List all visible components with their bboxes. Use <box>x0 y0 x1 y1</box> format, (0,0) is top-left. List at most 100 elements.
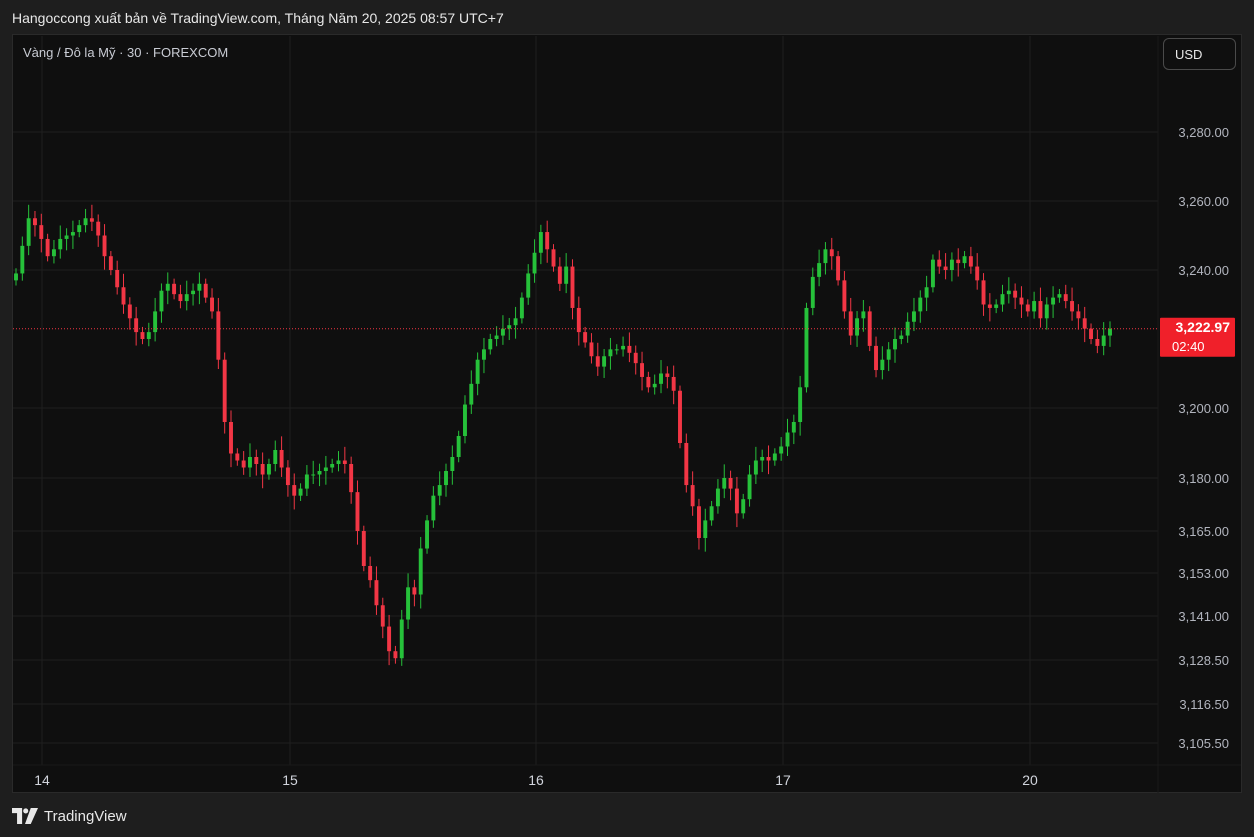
candle-body <box>1063 294 1068 302</box>
candle-body <box>690 485 695 507</box>
candle-body <box>330 464 335 468</box>
candle-body <box>943 266 948 270</box>
currency-button[interactable]: USD <box>1163 38 1236 70</box>
candle-body <box>500 328 505 336</box>
candle-body <box>191 290 196 295</box>
candle-body <box>481 349 486 360</box>
candle-body <box>766 457 771 461</box>
candle-body <box>1101 335 1106 346</box>
candle-body <box>298 488 303 496</box>
candle-body <box>412 587 417 595</box>
candle-body <box>640 363 645 377</box>
candle-body <box>1082 318 1087 329</box>
candle-body <box>64 235 69 239</box>
candle-body <box>924 287 929 298</box>
candle-body <box>956 259 961 264</box>
candle-body <box>659 373 663 384</box>
candle-body <box>785 432 790 447</box>
candle-body <box>292 485 297 496</box>
candle-body <box>791 422 796 433</box>
candle-body <box>153 311 158 333</box>
candle-body <box>45 238 50 257</box>
candle-body <box>570 266 575 308</box>
candle-body <box>912 311 916 322</box>
candle-body <box>39 225 44 239</box>
candle-body <box>1006 290 1011 295</box>
candle-body <box>336 460 341 464</box>
candle-body <box>26 218 31 246</box>
candle-body <box>1000 294 1005 305</box>
candle-body <box>722 478 727 489</box>
candle-body <box>140 332 145 339</box>
candle-body <box>1095 339 1100 346</box>
candle-body <box>880 359 885 371</box>
candle-body <box>374 580 379 606</box>
candle-body <box>349 464 354 493</box>
tradingview-brand: TradingView <box>44 807 127 825</box>
candle-body <box>311 474 316 476</box>
candle-body <box>671 376 676 391</box>
candle-body <box>652 383 657 388</box>
candle-body <box>709 506 714 521</box>
candle-body <box>450 457 455 471</box>
candle-body <box>279 450 284 468</box>
y-tick-label: 3,105.50 <box>1178 736 1229 751</box>
candle-body <box>83 218 88 226</box>
candle-body <box>772 453 777 461</box>
symbol-legend: Vàng / Đô la Mỹ · 30 · FOREXCOM <box>23 45 229 60</box>
candle-body <box>342 460 347 464</box>
candle-body <box>798 387 803 422</box>
candle-body <box>545 232 550 250</box>
candle-body <box>886 349 891 360</box>
candle-body <box>614 349 619 351</box>
candle-body <box>134 318 139 333</box>
y-tick-label: 3,200.00 <box>1178 401 1229 416</box>
candle-body <box>1019 297 1024 305</box>
tradingview-logo-icon <box>12 808 38 824</box>
candle-body <box>557 266 562 284</box>
candle-body <box>317 471 322 475</box>
candle-body <box>981 280 986 305</box>
candle-body <box>266 464 271 475</box>
candle-body <box>1051 297 1056 305</box>
candle-body <box>526 273 531 298</box>
candle-body <box>20 245 25 274</box>
y-tick-label: 3,153.00 <box>1178 566 1229 581</box>
x-tick-label: 20 <box>1022 772 1038 788</box>
candle-body <box>260 464 265 475</box>
candle-body <box>804 307 809 388</box>
candle-body <box>159 290 164 312</box>
candle-body <box>178 294 183 302</box>
candle-body <box>210 297 214 312</box>
candle-body <box>817 263 822 277</box>
candle-body <box>285 467 290 486</box>
y-tick-label: 3,180.00 <box>1178 471 1229 486</box>
candle-body <box>380 605 385 627</box>
candle-body <box>355 492 360 531</box>
candlestick-chart[interactable]: 3,280.00 3,260.00 3,240.00 3,200.00 3,180.00… <box>0 0 1254 837</box>
candle-body <box>431 495 436 521</box>
candle-body <box>96 221 101 236</box>
candle-body <box>248 457 252 468</box>
candle-body <box>33 218 37 226</box>
candle-body <box>437 485 442 496</box>
candle-body <box>987 304 992 308</box>
candle-body <box>127 304 132 319</box>
candle-body <box>513 318 518 326</box>
candle-body <box>968 256 973 267</box>
candle-body <box>930 259 935 288</box>
candle-body <box>621 345 626 350</box>
candle-body <box>393 651 398 659</box>
candle-body <box>595 356 600 367</box>
candle-body <box>962 256 967 264</box>
candle-body <box>1089 328 1093 339</box>
candle-body <box>589 342 594 357</box>
candle-body <box>602 356 607 367</box>
candle-body <box>222 359 227 422</box>
candle-body <box>14 273 18 281</box>
candle-body <box>1013 290 1018 298</box>
candle-body <box>678 390 682 443</box>
candle-body <box>665 373 670 377</box>
candle-body <box>728 478 733 489</box>
candle-body <box>741 499 746 514</box>
